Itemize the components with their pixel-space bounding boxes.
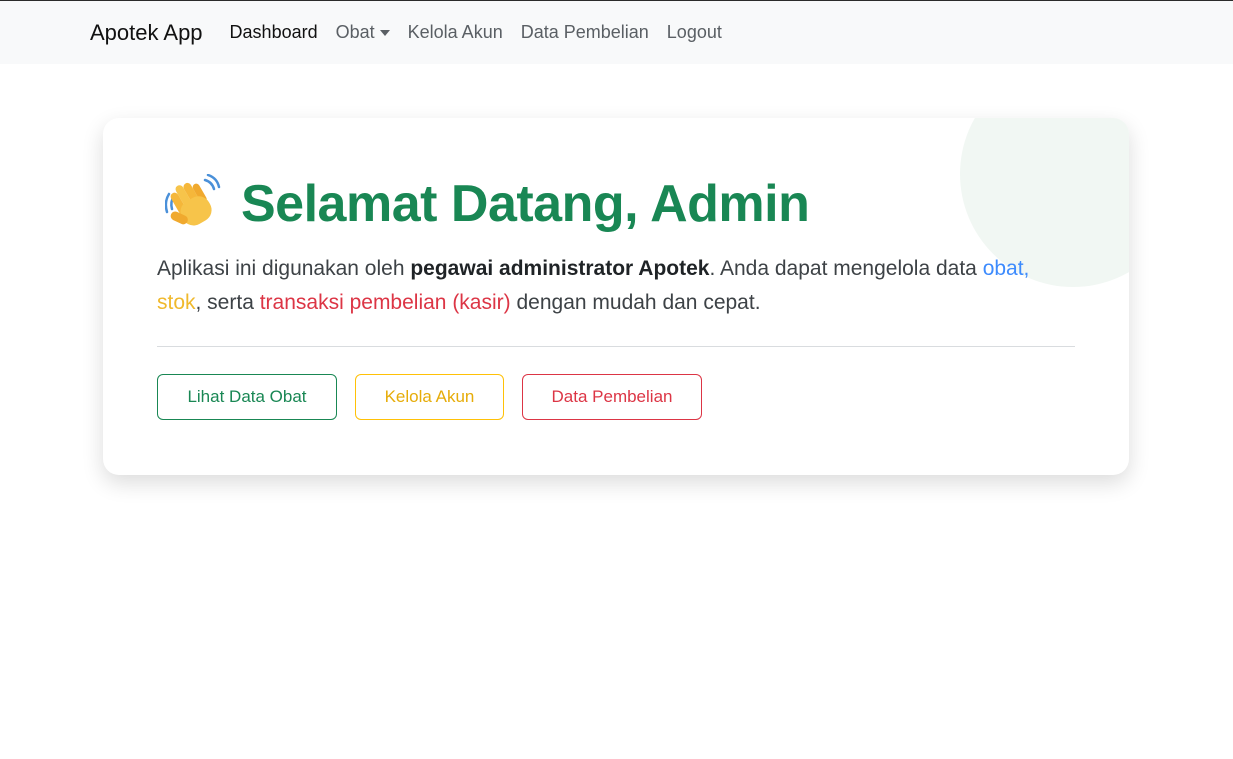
waving-hand-icon xyxy=(165,174,221,226)
nav-logout[interactable]: Logout xyxy=(667,22,722,43)
intro-text-3: , serta xyxy=(195,291,260,314)
nav-obat-label: Obat xyxy=(335,22,375,42)
data-pembelian-button[interactable]: Data Pembelian xyxy=(522,374,702,420)
highlight-stok: stok xyxy=(157,291,196,314)
intro-paragraph: Aplikasi ini digunakan oleh pegawai admi… xyxy=(157,252,1057,320)
intro-text-4: dengan mudah dan cepat. xyxy=(510,291,761,314)
intro-text-2: . Anda dapat mengelola data xyxy=(709,257,983,280)
intro-text-1: Aplikasi ini digunakan oleh xyxy=(157,257,411,280)
divider xyxy=(157,346,1075,347)
brand-logo[interactable]: Apotek App xyxy=(90,20,203,46)
intro-bold-role: pegawai administrator Apotek xyxy=(410,257,710,280)
page-title: Selamat Datang, Admin xyxy=(241,175,810,233)
navbar: Apotek App Dashboard Obat Kelola Akun Da… xyxy=(0,1,1233,64)
kelola-akun-button[interactable]: Kelola Akun xyxy=(355,374,504,420)
highlight-obat: obat, xyxy=(982,257,1030,280)
welcome-heading: Selamat Datang, Admin xyxy=(165,174,810,234)
highlight-transaksi: transaksi pembelian (kasir) xyxy=(259,291,511,314)
caret-down-icon xyxy=(379,29,390,36)
welcome-card: Selamat Datang, Admin Aplikasi ini digun… xyxy=(103,118,1129,475)
lihat-data-obat-button[interactable]: Lihat Data Obat xyxy=(157,374,337,420)
nav-data-pembelian[interactable]: Data Pembelian xyxy=(521,22,649,43)
nav-kelola-akun[interactable]: Kelola Akun xyxy=(408,22,503,43)
nav-obat-dropdown[interactable]: Obat xyxy=(336,22,390,43)
nav-dashboard[interactable]: Dashboard xyxy=(230,22,318,43)
